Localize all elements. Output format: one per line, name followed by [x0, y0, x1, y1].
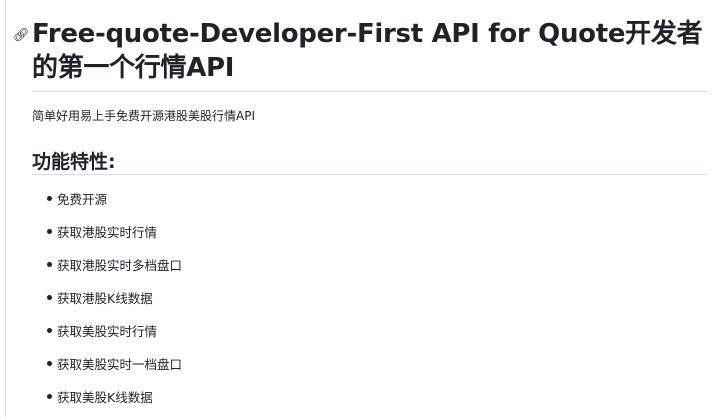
features-list: 免费开源 获取港股实时行情 获取港股实时多档盘口 获取港股K线数据 获取美股实时… [32, 189, 182, 420]
title-divider [32, 91, 708, 92]
list-item: 获取美股K线数据 [32, 387, 182, 420]
features-divider [32, 174, 708, 175]
list-item: 获取美股实时一档盘口 [32, 354, 182, 387]
list-item: 获取港股实时行情 [32, 222, 182, 255]
link-icon[interactable]: 🔗︎ [13, 28, 30, 43]
list-item: 获取港股K线数据 [32, 288, 182, 321]
list-item: 获取美股实时行情 [32, 321, 182, 354]
features-heading: 功能特性: [32, 151, 116, 173]
left-border [5, 0, 6, 417]
page-title: Free-quote-Developer-First API for Quote… [32, 19, 703, 83]
description: 简单好用易上手免费开源港股美股行情API [32, 109, 255, 123]
list-item: 获取港股实时多档盘口 [32, 255, 182, 288]
list-item: 免费开源 [32, 189, 182, 222]
